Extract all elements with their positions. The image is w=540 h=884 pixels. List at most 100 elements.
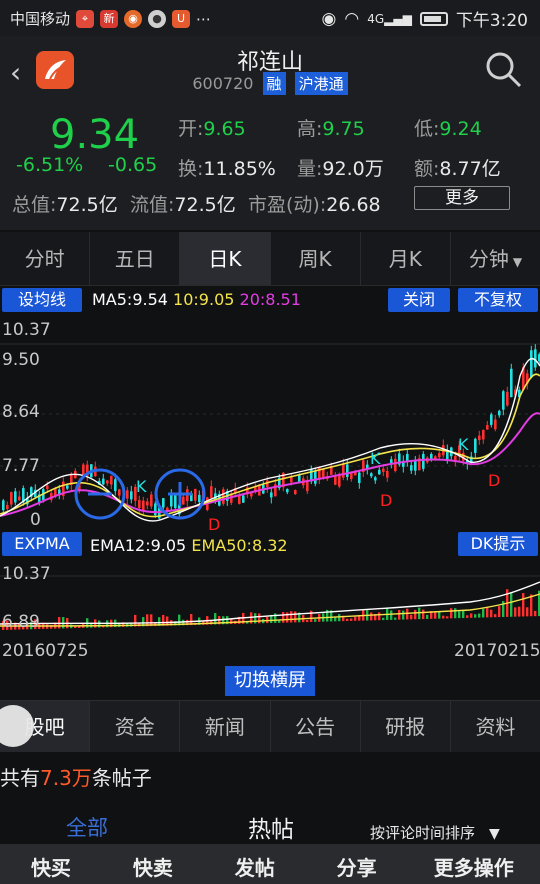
ma20-value: 20:8.51 (239, 290, 301, 309)
more-notifications-icon: ⋯ (196, 9, 212, 28)
pe-ratio: 市盈(动):26.68 (248, 194, 381, 216)
volume-bar (474, 614, 477, 618)
clock: 下午3:20 (455, 11, 528, 31)
ma-bar: 设均线 MA5:9.54 10:9.05 20:8.51 关闭 不复权 (0, 286, 540, 316)
margin-tag: 融 (262, 72, 286, 95)
tab-intraday[interactable]: 分时 (0, 232, 91, 285)
close-ma-button[interactable]: 关闭 (388, 288, 450, 312)
volume-bar (478, 613, 481, 618)
carrier-label: 中国移动 (10, 10, 71, 28)
eye-icon: ◉ (321, 8, 337, 29)
volume-bar (338, 614, 341, 622)
tab-funds[interactable]: 资金 (90, 701, 181, 752)
volume-bar (534, 610, 537, 617)
volume-bar (522, 593, 525, 617)
expma-button[interactable]: EXPMA (2, 532, 82, 556)
tab-five-day[interactable]: 五日 (90, 232, 181, 285)
volume-bar (450, 608, 453, 619)
search-icon[interactable] (484, 50, 524, 94)
volume-bar (402, 610, 405, 620)
change-percent: -6.51% (16, 154, 84, 176)
sub-chart[interactable]: 10.37 6.89 (0, 560, 540, 636)
high-quote: 高:9.75 (297, 118, 365, 140)
volume-bar (258, 613, 261, 624)
chat-icon: ● (148, 9, 167, 28)
stock-code: 600720 (192, 74, 254, 93)
feed-tab-all[interactable]: 全部 (66, 812, 108, 842)
volume-bar (390, 610, 393, 620)
volume-bar (466, 615, 469, 618)
change-amount: -0.65 (108, 154, 158, 176)
news-app-icon: 新 (100, 9, 119, 28)
more-button[interactable]: 更多 (414, 186, 510, 210)
volume-bar (482, 608, 485, 618)
volume-bar (426, 614, 429, 619)
stock-header: ‹ 祁连山 600720 融 沪港通 9.34 -6.51% -0.65 开:9… (0, 36, 540, 230)
sort-dropdown[interactable]: 按评论时间排序 ▼ (370, 822, 500, 843)
chart-markers: K K D K D D (74, 435, 500, 530)
tab-research[interactable]: 研报 (361, 701, 451, 752)
turnover-quote: 换:11.85% (178, 158, 276, 180)
total-cap: 总值:72.5亿 (12, 194, 118, 216)
amount-quote: 额:8.77亿 (414, 158, 501, 180)
volume-bar (378, 612, 381, 621)
content-tabs: 股吧 资金 新闻 公告 研报 资料 (0, 700, 540, 752)
volume-bar (282, 612, 285, 623)
feed-tab-hot[interactable]: 热帖 (248, 810, 294, 844)
tab-weekly-k[interactable]: 周K (271, 232, 361, 285)
bottom-action-bar: 快买 快卖 发帖 分享 更多操作 (0, 844, 540, 884)
quick-buy-button[interactable]: 快买 (0, 844, 102, 884)
k-marker-1: K (136, 477, 147, 496)
date-start: 20160725 (2, 641, 89, 661)
tab-minute[interactable]: 分钟 ▼ (451, 232, 540, 285)
volume-bar (306, 619, 309, 623)
ma5-value: MA5:9.54 (92, 290, 168, 309)
tab-daily-k[interactable]: 日K (180, 232, 271, 285)
volume-bar (446, 616, 449, 619)
tab-profile[interactable]: 资料 (451, 701, 540, 752)
post-button[interactable]: 发帖 (204, 844, 306, 884)
volume-bar (486, 607, 489, 618)
ema-bar: EXPMA EMA12:9.05 EMA50:8.32 DK提示 (0, 530, 540, 560)
quick-sell-button[interactable]: 快卖 (102, 844, 204, 884)
volume-bar (286, 612, 289, 623)
date-end: 20170215 (454, 641, 540, 661)
no-adjust-button[interactable]: 不复权 (458, 288, 538, 312)
tab-announcements[interactable]: 公告 (271, 701, 361, 752)
open-quote: 开:9.65 (178, 118, 246, 140)
volume-bar (406, 608, 409, 620)
share-button[interactable]: 分享 (306, 844, 408, 884)
volume-bar (498, 606, 501, 618)
tab-news[interactable]: 新闻 (180, 701, 271, 752)
ema-values: EMA12:9.05 EMA50:8.32 (90, 536, 288, 555)
status-bar: 中国移动 ⌖ 新 ◉ ● U ⋯ ◉ ◠ 4G▂▄▆ 下午3:20 (0, 0, 540, 36)
more-actions-button[interactable]: 更多操作 (408, 844, 540, 884)
kline-chart[interactable]: 10.37 9.50 8.64 7.77 0 K K D K D D (0, 316, 540, 530)
set-ma-button[interactable]: 设均线 (2, 288, 82, 312)
volume-bar (414, 609, 417, 620)
low-quote: 低:9.24 (414, 118, 482, 140)
ma-values: MA5:9.54 10:9.05 20:8.51 (92, 290, 301, 309)
float-cap: 流值:72.5亿 (130, 194, 236, 216)
feed-tabs: 全部 热帖 按评论时间排序 ▼ (0, 808, 540, 844)
period-tabs: 分时 五日 日K 周K 月K 分钟 ▼ (0, 232, 540, 286)
battery-icon (419, 11, 448, 26)
volume-bar (470, 613, 473, 618)
d-marker-3: D (488, 471, 500, 490)
d-marker-1: D (208, 515, 220, 530)
volume-bar (526, 607, 529, 617)
post-count: 共有7.3万条帖子 (0, 766, 152, 790)
landscape-button[interactable]: 切换横屏 (225, 666, 315, 696)
volume-bar (518, 606, 521, 617)
volume-bar (442, 615, 445, 619)
wifi-icon: ◠ (344, 8, 360, 29)
volume-bar (98, 620, 101, 628)
volume-bar (394, 617, 397, 620)
tab-monthly-k[interactable]: 月K (361, 232, 451, 285)
k-marker-3: K (458, 435, 469, 454)
weibo-icon: ◉ (124, 9, 143, 28)
dk-hint-button[interactable]: DK提示 (458, 532, 538, 556)
volume-bar (462, 610, 465, 619)
volume-bar (382, 617, 385, 621)
dropdown-caret-icon: ▼ (512, 255, 523, 269)
